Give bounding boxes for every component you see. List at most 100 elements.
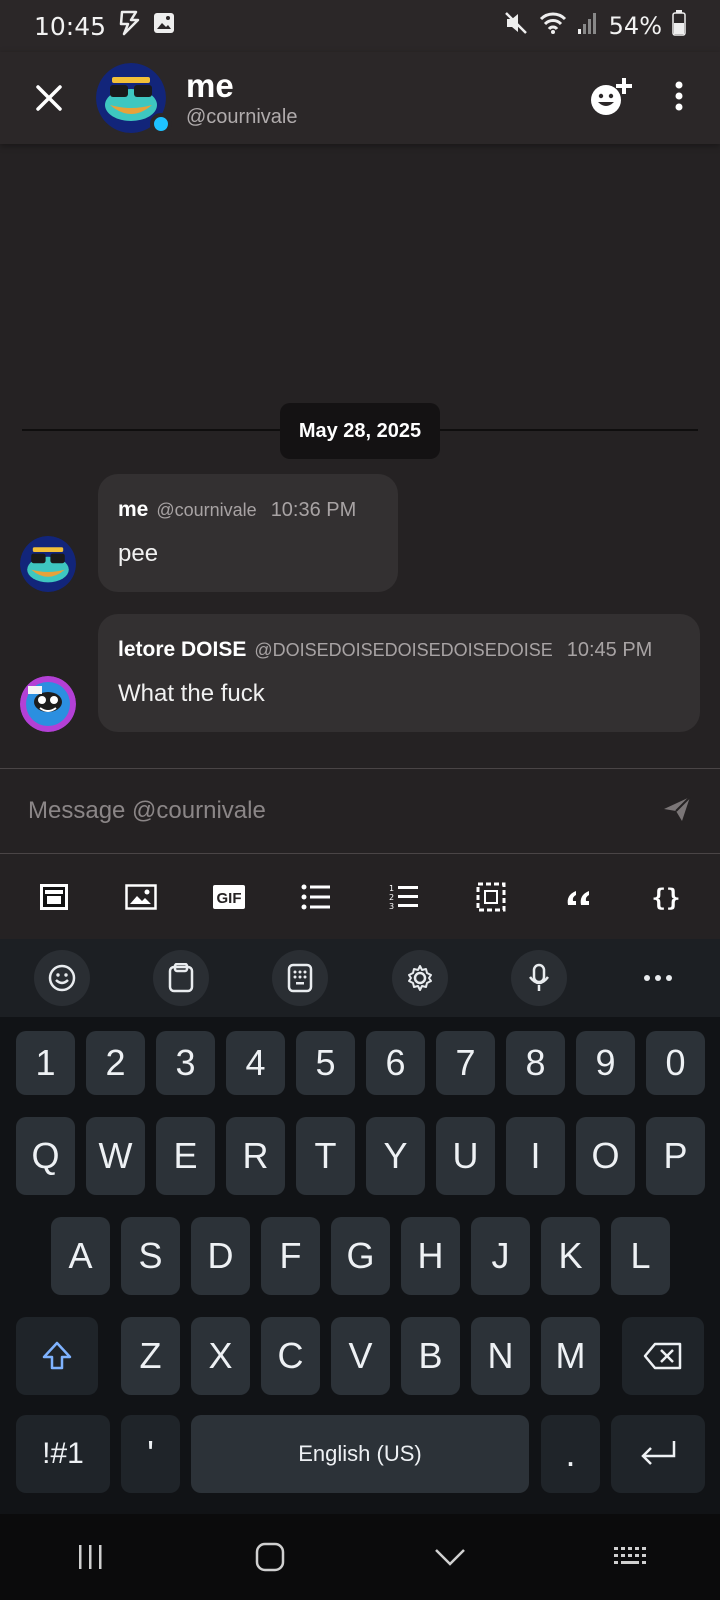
svg-text:3: 3 [389, 902, 394, 911]
key-n[interactable]: N [471, 1317, 530, 1395]
format-toggle-button[interactable] [34, 877, 74, 917]
more-options-button[interactable] [674, 80, 684, 117]
code-block-button[interactable]: {} [646, 877, 686, 917]
key-p[interactable]: P [646, 1117, 705, 1195]
avatar[interactable] [96, 63, 172, 135]
key-y[interactable]: Y [366, 1117, 425, 1195]
add-friend-button[interactable] [588, 76, 634, 121]
apostrophe-key[interactable]: ' [121, 1415, 180, 1493]
clipboard-button[interactable] [153, 950, 210, 1006]
gear-icon [407, 965, 432, 991]
home-button[interactable] [240, 1527, 300, 1587]
key-f[interactable]: F [261, 1217, 320, 1295]
key-4[interactable]: 4 [226, 1031, 285, 1095]
keyboard-row-3: Z X C V B N M [0, 1317, 720, 1395]
key-m[interactable]: M [541, 1317, 600, 1395]
online-status-dot [150, 113, 172, 135]
send-button[interactable] [662, 795, 692, 828]
key-u[interactable]: U [436, 1117, 495, 1195]
quote-icon [567, 891, 589, 905]
recent-apps-button[interactable] [60, 1527, 120, 1587]
enter-key[interactable] [611, 1415, 705, 1493]
key-b[interactable]: B [401, 1317, 460, 1395]
image-icon [125, 884, 157, 910]
microphone-icon [528, 963, 549, 991]
keyboard-switch-button[interactable] [600, 1527, 660, 1587]
key-c[interactable]: C [261, 1317, 320, 1395]
keyboard-toolbar [0, 939, 720, 1017]
key-7[interactable]: 7 [436, 1031, 495, 1095]
select-area-button[interactable] [471, 877, 511, 917]
key-s[interactable]: S [121, 1217, 180, 1295]
period-key[interactable]: . [541, 1415, 600, 1493]
svg-text:GIF: GIF [216, 890, 241, 907]
more-horizontal-icon [643, 975, 672, 981]
message-timestamp: 10:45 PM [566, 639, 653, 661]
status-bar: 10:45 54% [0, 0, 720, 52]
key-1[interactable]: 1 [16, 1031, 75, 1095]
message-item[interactable]: letore DOISE @DOISEDOISEDOISEDOISEDOISE … [20, 614, 700, 734]
key-2[interactable]: 2 [86, 1031, 145, 1095]
key-l[interactable]: L [611, 1217, 670, 1295]
kebab-menu-icon [675, 81, 683, 110]
key-w[interactable]: W [86, 1117, 145, 1195]
close-button[interactable] [24, 73, 74, 123]
key-v[interactable]: V [331, 1317, 390, 1395]
key-t[interactable]: T [296, 1117, 355, 1195]
dashed-box-icon [476, 882, 506, 912]
insert-image-button[interactable] [121, 877, 161, 917]
quote-button[interactable] [559, 877, 599, 917]
key-z[interactable]: Z [121, 1317, 180, 1395]
keyboard-settings-button[interactable] [391, 950, 448, 1006]
message-bubble: me @cournivale 10:36 PM pee [98, 474, 398, 592]
avatar[interactable] [20, 676, 76, 732]
bullet-list-button[interactable] [296, 877, 336, 917]
message-author[interactable]: me [118, 498, 148, 522]
shift-key[interactable] [16, 1317, 98, 1395]
numbered-list-button[interactable]: 123 [384, 877, 424, 917]
close-icon [36, 85, 62, 111]
key-d[interactable]: D [191, 1217, 250, 1295]
signal-icon [577, 11, 599, 42]
avatar[interactable] [20, 536, 76, 592]
key-e[interactable]: E [156, 1117, 215, 1195]
svg-text:{}: {} [652, 884, 680, 912]
voice-input-button[interactable] [510, 950, 567, 1006]
hide-keyboard-button[interactable] [420, 1527, 480, 1587]
key-h[interactable]: H [401, 1217, 460, 1295]
key-j[interactable]: J [471, 1217, 530, 1295]
battery-icon [672, 9, 686, 43]
message-input[interactable] [28, 797, 662, 825]
key-i[interactable]: I [506, 1117, 565, 1195]
key-g[interactable]: G [331, 1217, 390, 1295]
key-0[interactable]: 0 [646, 1031, 705, 1095]
backspace-key[interactable] [622, 1317, 704, 1395]
key-a[interactable]: A [51, 1217, 110, 1295]
bullet-list-icon [301, 884, 331, 910]
emoji-keyboard-button[interactable] [34, 950, 90, 1006]
key-5[interactable]: 5 [296, 1031, 355, 1095]
svg-text:1: 1 [389, 884, 394, 893]
keyboard-more-button[interactable] [630, 950, 686, 1006]
key-k[interactable]: K [541, 1217, 600, 1295]
key-q[interactable]: Q [16, 1117, 75, 1195]
conversation-header: me @cournivale [0, 52, 720, 144]
message-bubble: letore DOISE @DOISEDOISEDOISEDOISEDOISE … [98, 614, 700, 732]
space-key[interactable]: English (US) [191, 1415, 529, 1493]
keyboard-toggle-icon [39, 884, 68, 910]
key-o[interactable]: O [576, 1117, 635, 1195]
keyboard-icon [614, 1547, 646, 1564]
key-3[interactable]: 3 [156, 1031, 215, 1095]
gif-button[interactable]: GIF [209, 877, 249, 917]
keypad-layout-button[interactable] [272, 950, 329, 1006]
home-icon [255, 1542, 285, 1572]
message-item[interactable]: me @cournivale 10:36 PM pee [20, 474, 400, 594]
key-x[interactable]: X [191, 1317, 250, 1395]
key-6[interactable]: 6 [366, 1031, 425, 1095]
symbols-key[interactable]: !#1 [16, 1415, 110, 1493]
key-9[interactable]: 9 [576, 1031, 635, 1095]
wifi-icon [539, 11, 567, 42]
key-r[interactable]: R [226, 1117, 285, 1195]
key-8[interactable]: 8 [506, 1031, 565, 1095]
message-author[interactable]: letore DOISE [118, 638, 246, 662]
